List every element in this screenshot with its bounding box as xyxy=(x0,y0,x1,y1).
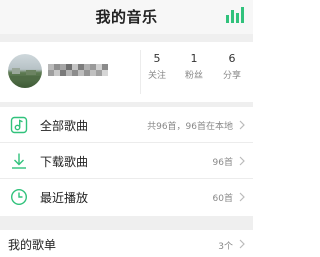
list-item-downloads[interactable]: 下载歌曲 96首 xyxy=(0,143,253,179)
chevron-right-icon xyxy=(239,192,245,202)
stat-following[interactable]: 5 关注 xyxy=(141,52,173,81)
stat-shares-value: 6 xyxy=(228,52,236,65)
username-pixelated[interactable] xyxy=(48,62,118,80)
section-divider xyxy=(0,216,253,230)
list-item-meta: 共96首，96首在本地 xyxy=(147,122,233,132)
music-list: 全部歌曲 共96首，96首在本地 下载歌曲 96首 最近播放 60首 xyxy=(0,107,253,215)
clock-icon xyxy=(10,188,28,206)
username-text xyxy=(48,62,49,63)
stat-shares[interactable]: 6 分享 xyxy=(216,52,248,81)
chevron-right-icon xyxy=(239,120,245,130)
avatar[interactable] xyxy=(8,54,42,88)
list-item-all-songs[interactable]: 全部歌曲 共96首，96首在本地 xyxy=(0,107,253,143)
list-item-meta: 60首 xyxy=(212,194,233,204)
list-item-label: 最近播放 xyxy=(40,191,89,205)
stat-following-value: 5 xyxy=(153,52,161,65)
list-item-label: 下载歌曲 xyxy=(40,155,89,169)
stat-followers-label: 粉丝 xyxy=(184,71,203,81)
list-item-meta: 96首 xyxy=(212,158,233,168)
my-music-page: 我的音乐 5 关注 1 粉丝 6 分享 全部歌曲 共96首，96首在本地 下载歌… xyxy=(0,0,253,257)
chevron-right-icon xyxy=(239,239,245,249)
profile-card[interactable]: 5 关注 1 粉丝 6 分享 xyxy=(0,42,253,102)
equalizer-icon[interactable] xyxy=(225,7,245,23)
list-item-label: 全部歌曲 xyxy=(40,119,89,133)
stat-following-label: 关注 xyxy=(147,71,166,81)
playlists-title: 我的歌单 xyxy=(8,238,57,252)
playlists-count: 3个 xyxy=(218,242,233,252)
list-item-recent[interactable]: 最近播放 60首 xyxy=(0,179,253,215)
download-icon xyxy=(12,153,26,169)
my-playlists-header[interactable]: 我的歌单 3个 xyxy=(0,230,253,257)
top-bar: 我的音乐 xyxy=(0,0,253,34)
stat-shares-label: 分享 xyxy=(222,71,241,81)
stat-followers-value: 1 xyxy=(190,52,198,65)
stat-followers[interactable]: 1 粉丝 xyxy=(178,52,210,81)
music-note-icon xyxy=(10,116,28,134)
page-title: 我的音乐 xyxy=(95,8,158,26)
chevron-right-icon xyxy=(239,156,245,166)
section-divider xyxy=(0,34,253,42)
